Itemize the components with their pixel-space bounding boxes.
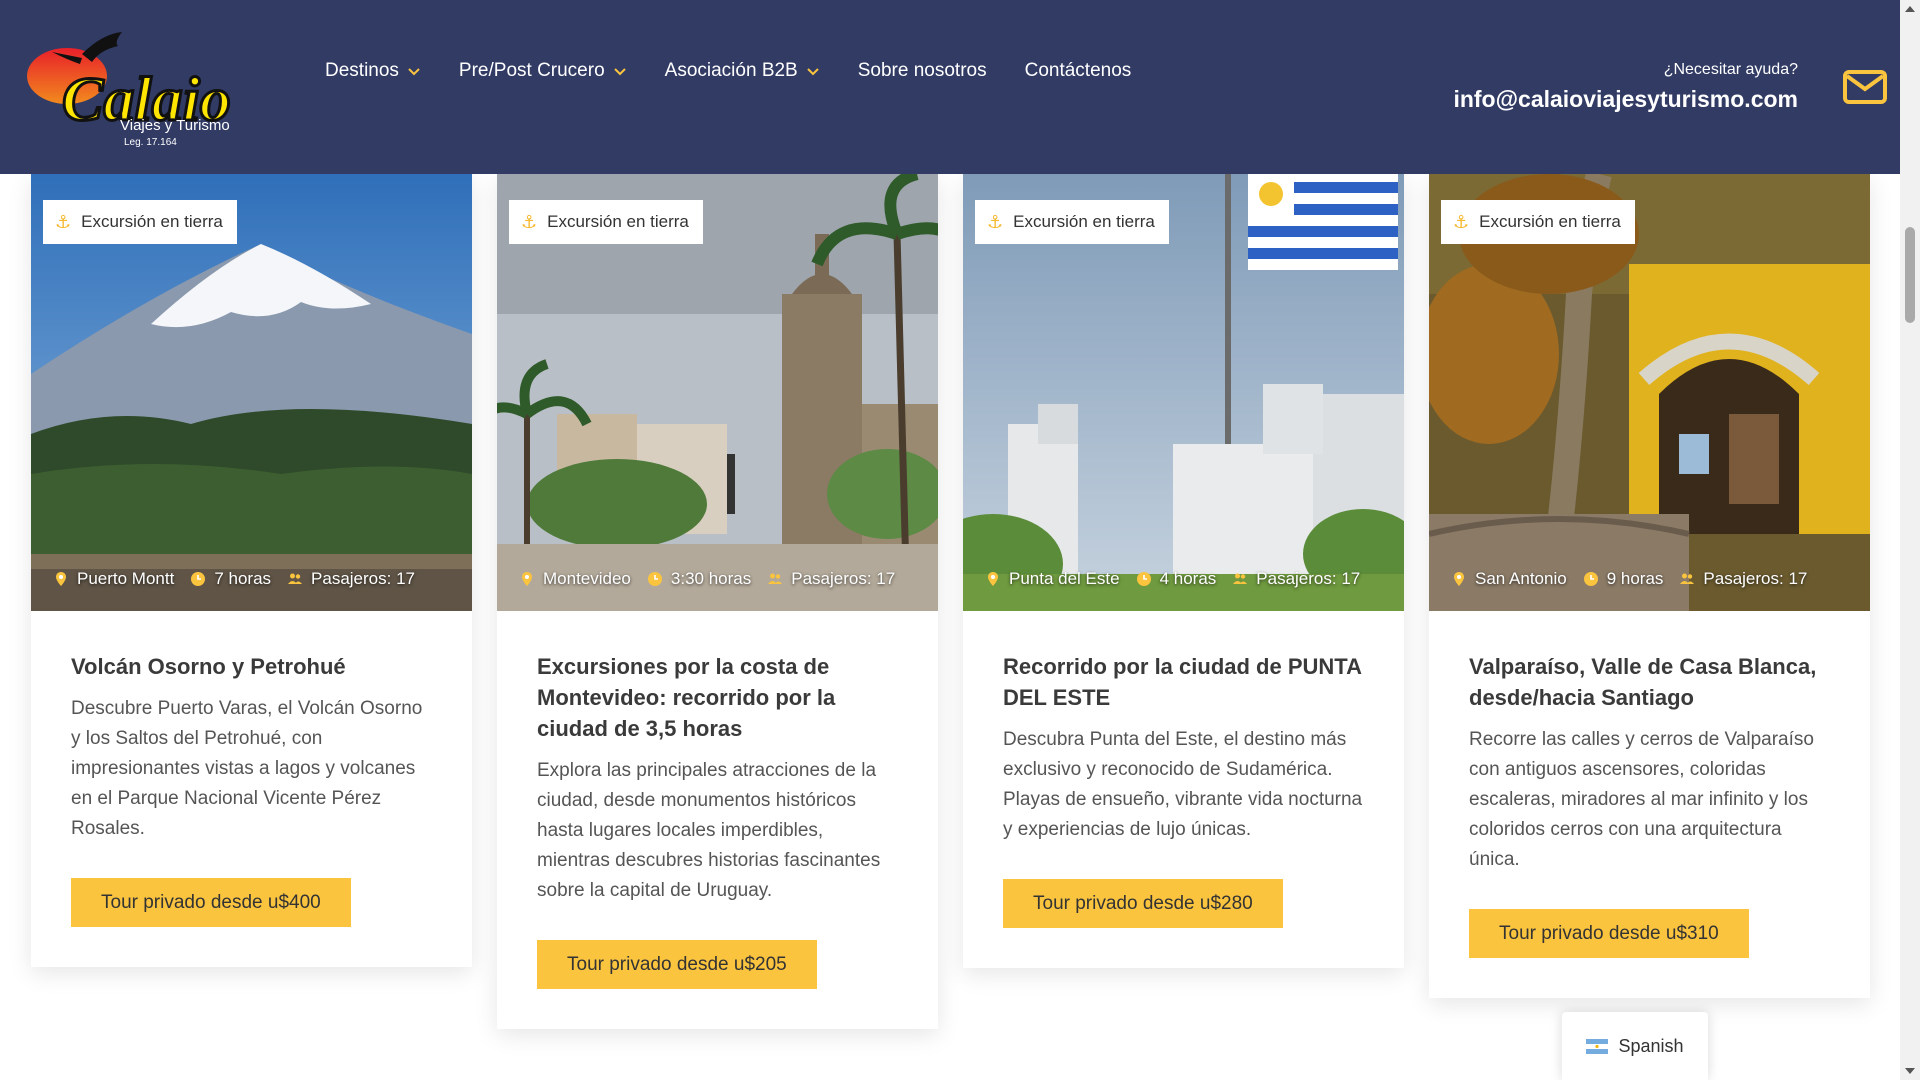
location-pin-icon	[1454, 572, 1464, 586]
category-tag: ⚓ Excursión en tierra	[509, 200, 703, 244]
scroll-up-arrow-icon[interactable]	[1905, 6, 1915, 12]
tour-description: Recorre las calles y cerros de Valparaís…	[1469, 729, 1814, 870]
tour-price-button[interactable]: Tour privado desde u$280	[1003, 879, 1283, 928]
passengers-icon	[1233, 573, 1248, 584]
clock-icon	[647, 572, 662, 586]
anchor-icon: ⚓	[55, 211, 72, 232]
nav-asociacion-b2b[interactable]: Asociación B2B	[665, 60, 820, 82]
calaio-logo[interactable]: Calaio Viajes y Turismo Leg. 17.164	[22, 24, 287, 149]
clock-icon	[1583, 572, 1598, 586]
tour-description: Explora las principales atracciones de l…	[537, 760, 881, 901]
tour-card: ⚓ Excursión en tierra Puerto Montt 7 hor…	[31, 174, 472, 967]
tour-meta: Punta del Este 4 horas Pasajeros: 17	[985, 569, 1376, 589]
tour-description: Descubre Puerto Varas, el Volcán Osorno …	[71, 698, 423, 839]
passengers-icon	[768, 573, 783, 584]
tour-title[interactable]: Valparaíso, Valle de Casa Blanca, desde/…	[1469, 651, 1830, 713]
anchor-icon: ⚓	[521, 211, 538, 232]
language-switcher[interactable]: Spanish	[1562, 1012, 1708, 1080]
tour-price-button[interactable]: Tour privado desde u$205	[537, 940, 817, 989]
svg-text:Viajes y Turismo: Viajes y Turismo	[120, 117, 230, 134]
category-tag: ⚓ Excursión en tierra	[1441, 200, 1635, 244]
tour-card: ⚓ Excursión en tierra Punta del Este 4 h…	[963, 174, 1404, 968]
category-tag: ⚓ Excursión en tierra	[43, 200, 237, 244]
clock-icon	[191, 572, 206, 586]
nav-pre-post-crucero[interactable]: Pre/Post Crucero	[459, 60, 627, 82]
nav-sobre-nosotros[interactable]: Sobre nosotros	[858, 60, 987, 82]
location-pin-icon	[522, 572, 532, 586]
location-pin-icon	[988, 572, 998, 586]
passengers-icon	[1680, 573, 1695, 584]
tour-description: Descubra Punta del Este, el destino más …	[1003, 729, 1363, 840]
tour-title[interactable]: Excursiones por la costa de Montevideo: …	[537, 651, 898, 744]
passengers-icon	[288, 573, 303, 584]
location-pin-icon	[56, 572, 66, 586]
site-header: Calaio Viajes y Turismo Leg. 17.164 Dest…	[0, 0, 1900, 174]
tour-card-image[interactable]: ⚓ Excursión en tierra Montevideo 3:30 ho…	[497, 174, 938, 611]
svg-text:Leg. 17.164: Leg. 17.164	[124, 137, 177, 148]
tour-card-image[interactable]: ⚓ Excursión en tierra Punta del Este 4 h…	[963, 174, 1404, 611]
tour-card: ⚓ Excursión en tierra San Antonio 9 hora…	[1429, 174, 1870, 998]
tour-card-image[interactable]: ⚓ Excursión en tierra San Antonio 9 hora…	[1429, 174, 1870, 611]
uruguay-flag	[1248, 174, 1398, 270]
chevron-down-icon	[807, 68, 819, 76]
anchor-icon: ⚓	[987, 211, 1004, 232]
nav-contactenos[interactable]: Contáctenos	[1025, 60, 1132, 82]
nav-destinos[interactable]: Destinos	[325, 60, 421, 82]
chevron-down-icon	[613, 68, 626, 76]
tour-price-button[interactable]: Tour privado desde u$310	[1469, 909, 1749, 958]
scroll-down-arrow-icon[interactable]	[1905, 1068, 1915, 1074]
chevron-down-icon	[408, 68, 420, 76]
tour-meta: Montevideo 3:30 horas Pasajeros: 17	[519, 569, 911, 589]
page-scrollbar[interactable]	[1900, 0, 1920, 1080]
mail-icon[interactable]	[1843, 70, 1887, 104]
category-tag: ⚓ Excursión en tierra	[975, 200, 1169, 244]
argentina-flag-icon	[1586, 1038, 1609, 1054]
tour-title[interactable]: Recorrido por la ciudad de PUNTA DEL EST…	[1003, 651, 1364, 713]
tour-card-image[interactable]: ⚓ Excursión en tierra Puerto Montt 7 hor…	[31, 174, 472, 611]
main-nav: Destinos Pre/Post Crucero Asociación B2B…	[325, 60, 1169, 82]
help-label: ¿Necesitar ayuda?	[1663, 61, 1798, 78]
help-email-link[interactable]: info@calaioviajesyturismo.com	[1453, 86, 1798, 113]
anchor-icon: ⚓	[1453, 211, 1470, 232]
tour-title[interactable]: Volcán Osorno y Petrohué	[71, 651, 432, 682]
scrollbar-thumb[interactable]	[1905, 227, 1915, 323]
tour-price-button[interactable]: Tour privado desde u$400	[71, 878, 351, 927]
tour-meta: Puerto Montt 7 horas Pasajeros: 17	[53, 569, 431, 589]
clock-icon	[1136, 572, 1151, 586]
tour-meta: San Antonio 9 horas Pasajeros: 17	[1451, 569, 1823, 589]
tour-card: ⚓ Excursión en tierra Montevideo 3:30 ho…	[497, 174, 938, 1029]
